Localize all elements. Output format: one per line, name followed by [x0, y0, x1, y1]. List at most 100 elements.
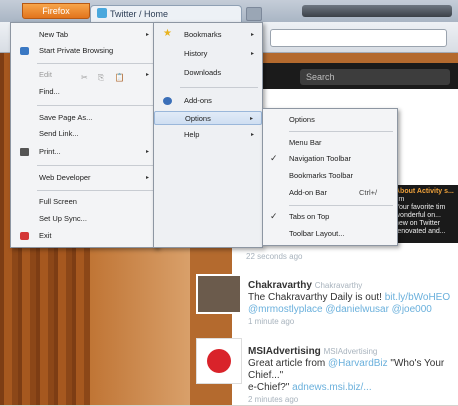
tweet-handle[interactable]: Chakravarthy	[315, 281, 363, 290]
menu-item-bookmarks-toolbar[interactable]: Bookmarks Toolbar	[263, 169, 397, 183]
menu-item-label: New Tab	[39, 30, 69, 39]
logo-icon	[207, 349, 231, 373]
menu-item-web-developer[interactable]: Web Developer ▸	[11, 171, 157, 185]
submenu-arrow-icon: ▸	[145, 149, 149, 155]
checkmark-icon: ✓	[270, 153, 278, 163]
menu-item-label: Full Screen	[39, 197, 77, 206]
tweet-time: 22 seconds ago	[246, 252, 303, 261]
menu-item-exit[interactable]: Exit	[11, 229, 157, 243]
menu-item-label: Find...	[39, 87, 60, 96]
twitter-favicon-icon	[97, 8, 107, 18]
menu-item-tabs-on-top[interactable]: ✓ Tabs on Top	[263, 210, 397, 224]
menu-item-downloads[interactable]: Downloads	[154, 66, 262, 80]
tweet-link[interactable]: adnews.msi.biz/...	[292, 382, 371, 393]
menu-item-help[interactable]: Help ▸	[154, 128, 262, 142]
star-icon: ★	[163, 28, 172, 39]
menu-item-new-tab[interactable]: New Tab ▸	[11, 28, 157, 42]
new-tab-button[interactable]	[246, 7, 262, 21]
menu-item-label: Options	[289, 115, 315, 124]
menu-item-label: Send Link...	[39, 129, 79, 138]
menu-item-label: Options	[185, 114, 211, 123]
submenu-arrow-icon: ▸	[249, 116, 253, 122]
tweet: MSIAdvertising MSIAdvertising Great arti…	[248, 346, 453, 406]
tweet-text: The Chakravarthy Daily is out!	[248, 292, 382, 303]
menu-item-add-ons[interactable]: Add-ons	[154, 94, 262, 108]
menu-item-toolbar-layout[interactable]: Toolbar Layout...	[263, 227, 397, 241]
submenu-arrow-icon: ▸	[145, 32, 149, 38]
sidebar-box-line: About Activity s...	[395, 188, 454, 195]
menu-item-history[interactable]: History ▸	[154, 47, 262, 61]
tweet-time[interactable]: 1 minute ago	[248, 316, 453, 328]
edit-icons: ✂ ⎘ 📋	[81, 73, 129, 82]
submenu-arrow-icon: ▸	[250, 132, 254, 138]
menu-item-options-dialog[interactable]: Options	[263, 113, 397, 127]
submenu-arrow-icon: ▸	[145, 72, 149, 78]
menu-item-label: Help	[184, 130, 200, 139]
tweet-author[interactable]: MSIAdvertising	[248, 346, 321, 357]
menu-item-label: Downloads	[184, 68, 222, 77]
tweet-time[interactable]: 2 minutes ago	[248, 394, 453, 406]
menu-item-send-link[interactable]: Send Link...	[11, 127, 157, 141]
menu-item-full-screen[interactable]: Full Screen	[11, 195, 157, 209]
submenu-arrow-icon: ▸	[250, 51, 254, 57]
tweet: Chakravarthy Chakravarthy The Chakravart…	[248, 280, 453, 328]
menu-item-menu-bar[interactable]: Menu Bar	[263, 136, 397, 150]
tweet-text: Great article from	[248, 358, 326, 369]
menu-separator	[37, 190, 153, 191]
tab-twitter-home[interactable]: Twitter / Home	[90, 5, 242, 23]
menu-item-print[interactable]: Print... ▸	[11, 145, 157, 159]
menu-separator	[37, 105, 153, 106]
tweet-mentions[interactable]: @mrmostlyplace @danielwusar @joe000	[248, 304, 453, 316]
tweet-link[interactable]: bit.ly/bWoHEO	[385, 292, 450, 303]
menu-separator	[37, 63, 153, 64]
avatar[interactable]	[196, 274, 242, 314]
tweet-author[interactable]: Chakravarthy	[248, 280, 312, 291]
menu-item-label: Print...	[39, 147, 61, 156]
menu-item-options[interactable]: Options ▸	[154, 111, 262, 125]
menu-separator	[289, 131, 393, 132]
menu-item-label: Set Up Sync...	[39, 214, 87, 223]
options-submenu: Options Menu Bar ✓ Navigation Toolbar Boo…	[262, 108, 398, 246]
tweet-text: e-Chief?"	[248, 382, 290, 393]
menu-item-label: Bookmarks	[184, 30, 222, 39]
menu-item-add-on-bar[interactable]: Add-on Bar Ctrl+/	[263, 186, 397, 200]
menu-item-label: Tabs on Top	[289, 212, 330, 221]
avatar[interactable]	[196, 338, 242, 384]
menu-item-label: Bookmarks Toolbar	[289, 171, 354, 180]
menu-item-save-page[interactable]: Save Page As...	[11, 111, 157, 125]
menu-separator	[180, 87, 258, 88]
sidebar-box-line: Your favorite tim	[395, 204, 446, 211]
menu-item-private-browsing[interactable]: Start Private Browsing	[11, 44, 157, 58]
menu-item-bookmarks[interactable]: ★ Bookmarks ▸	[154, 28, 262, 42]
sidebar-box-line: wonderful on...	[395, 212, 441, 219]
menu-item-sync[interactable]: Set Up Sync...	[11, 212, 157, 226]
twitter-search-input[interactable]: Search	[300, 69, 450, 85]
private-browsing-icon	[20, 47, 29, 55]
exit-icon	[20, 232, 29, 240]
menu-item-edit[interactable]: Edit ✂ ⎘ 📋 ▸	[11, 68, 157, 82]
sidebar-box-line: renovated and...	[395, 228, 446, 235]
firefox-menu-left: New Tab ▸ Start Private Browsing Edit ✂ ⎘ …	[10, 22, 158, 248]
window-controls[interactable]	[302, 5, 452, 17]
tab-title: Twitter / Home	[110, 9, 169, 19]
firefox-menu-button[interactable]: Firefox	[22, 3, 90, 19]
menu-item-label: Add-ons	[184, 96, 212, 105]
menu-item-find[interactable]: Find...	[11, 85, 157, 99]
submenu-arrow-icon: ▸	[145, 175, 149, 181]
menu-item-label: History	[184, 49, 208, 58]
activity-sidebar-box: About Activity s... tim Your favorite ti…	[392, 185, 458, 243]
tweet-link[interactable]: @HarvardBiz	[328, 358, 388, 369]
menu-item-label: Add-on Bar	[289, 188, 327, 197]
tweet-handle[interactable]: MSIAdvertising	[324, 347, 378, 356]
add-ons-icon	[163, 97, 172, 105]
menu-item-label: Start Private Browsing	[39, 46, 114, 55]
menu-item-label: Edit	[39, 70, 52, 79]
url-bar[interactable]	[270, 29, 447, 47]
menu-item-label: Menu Bar	[289, 138, 322, 147]
menu-separator	[289, 205, 393, 206]
printer-icon	[20, 148, 29, 156]
menu-item-navigation-toolbar[interactable]: ✓ Navigation Toolbar	[263, 152, 397, 166]
menu-item-label: Toolbar Layout...	[289, 229, 345, 238]
menu-item-label: Save Page As...	[39, 113, 93, 122]
checkmark-icon: ✓	[270, 211, 278, 221]
